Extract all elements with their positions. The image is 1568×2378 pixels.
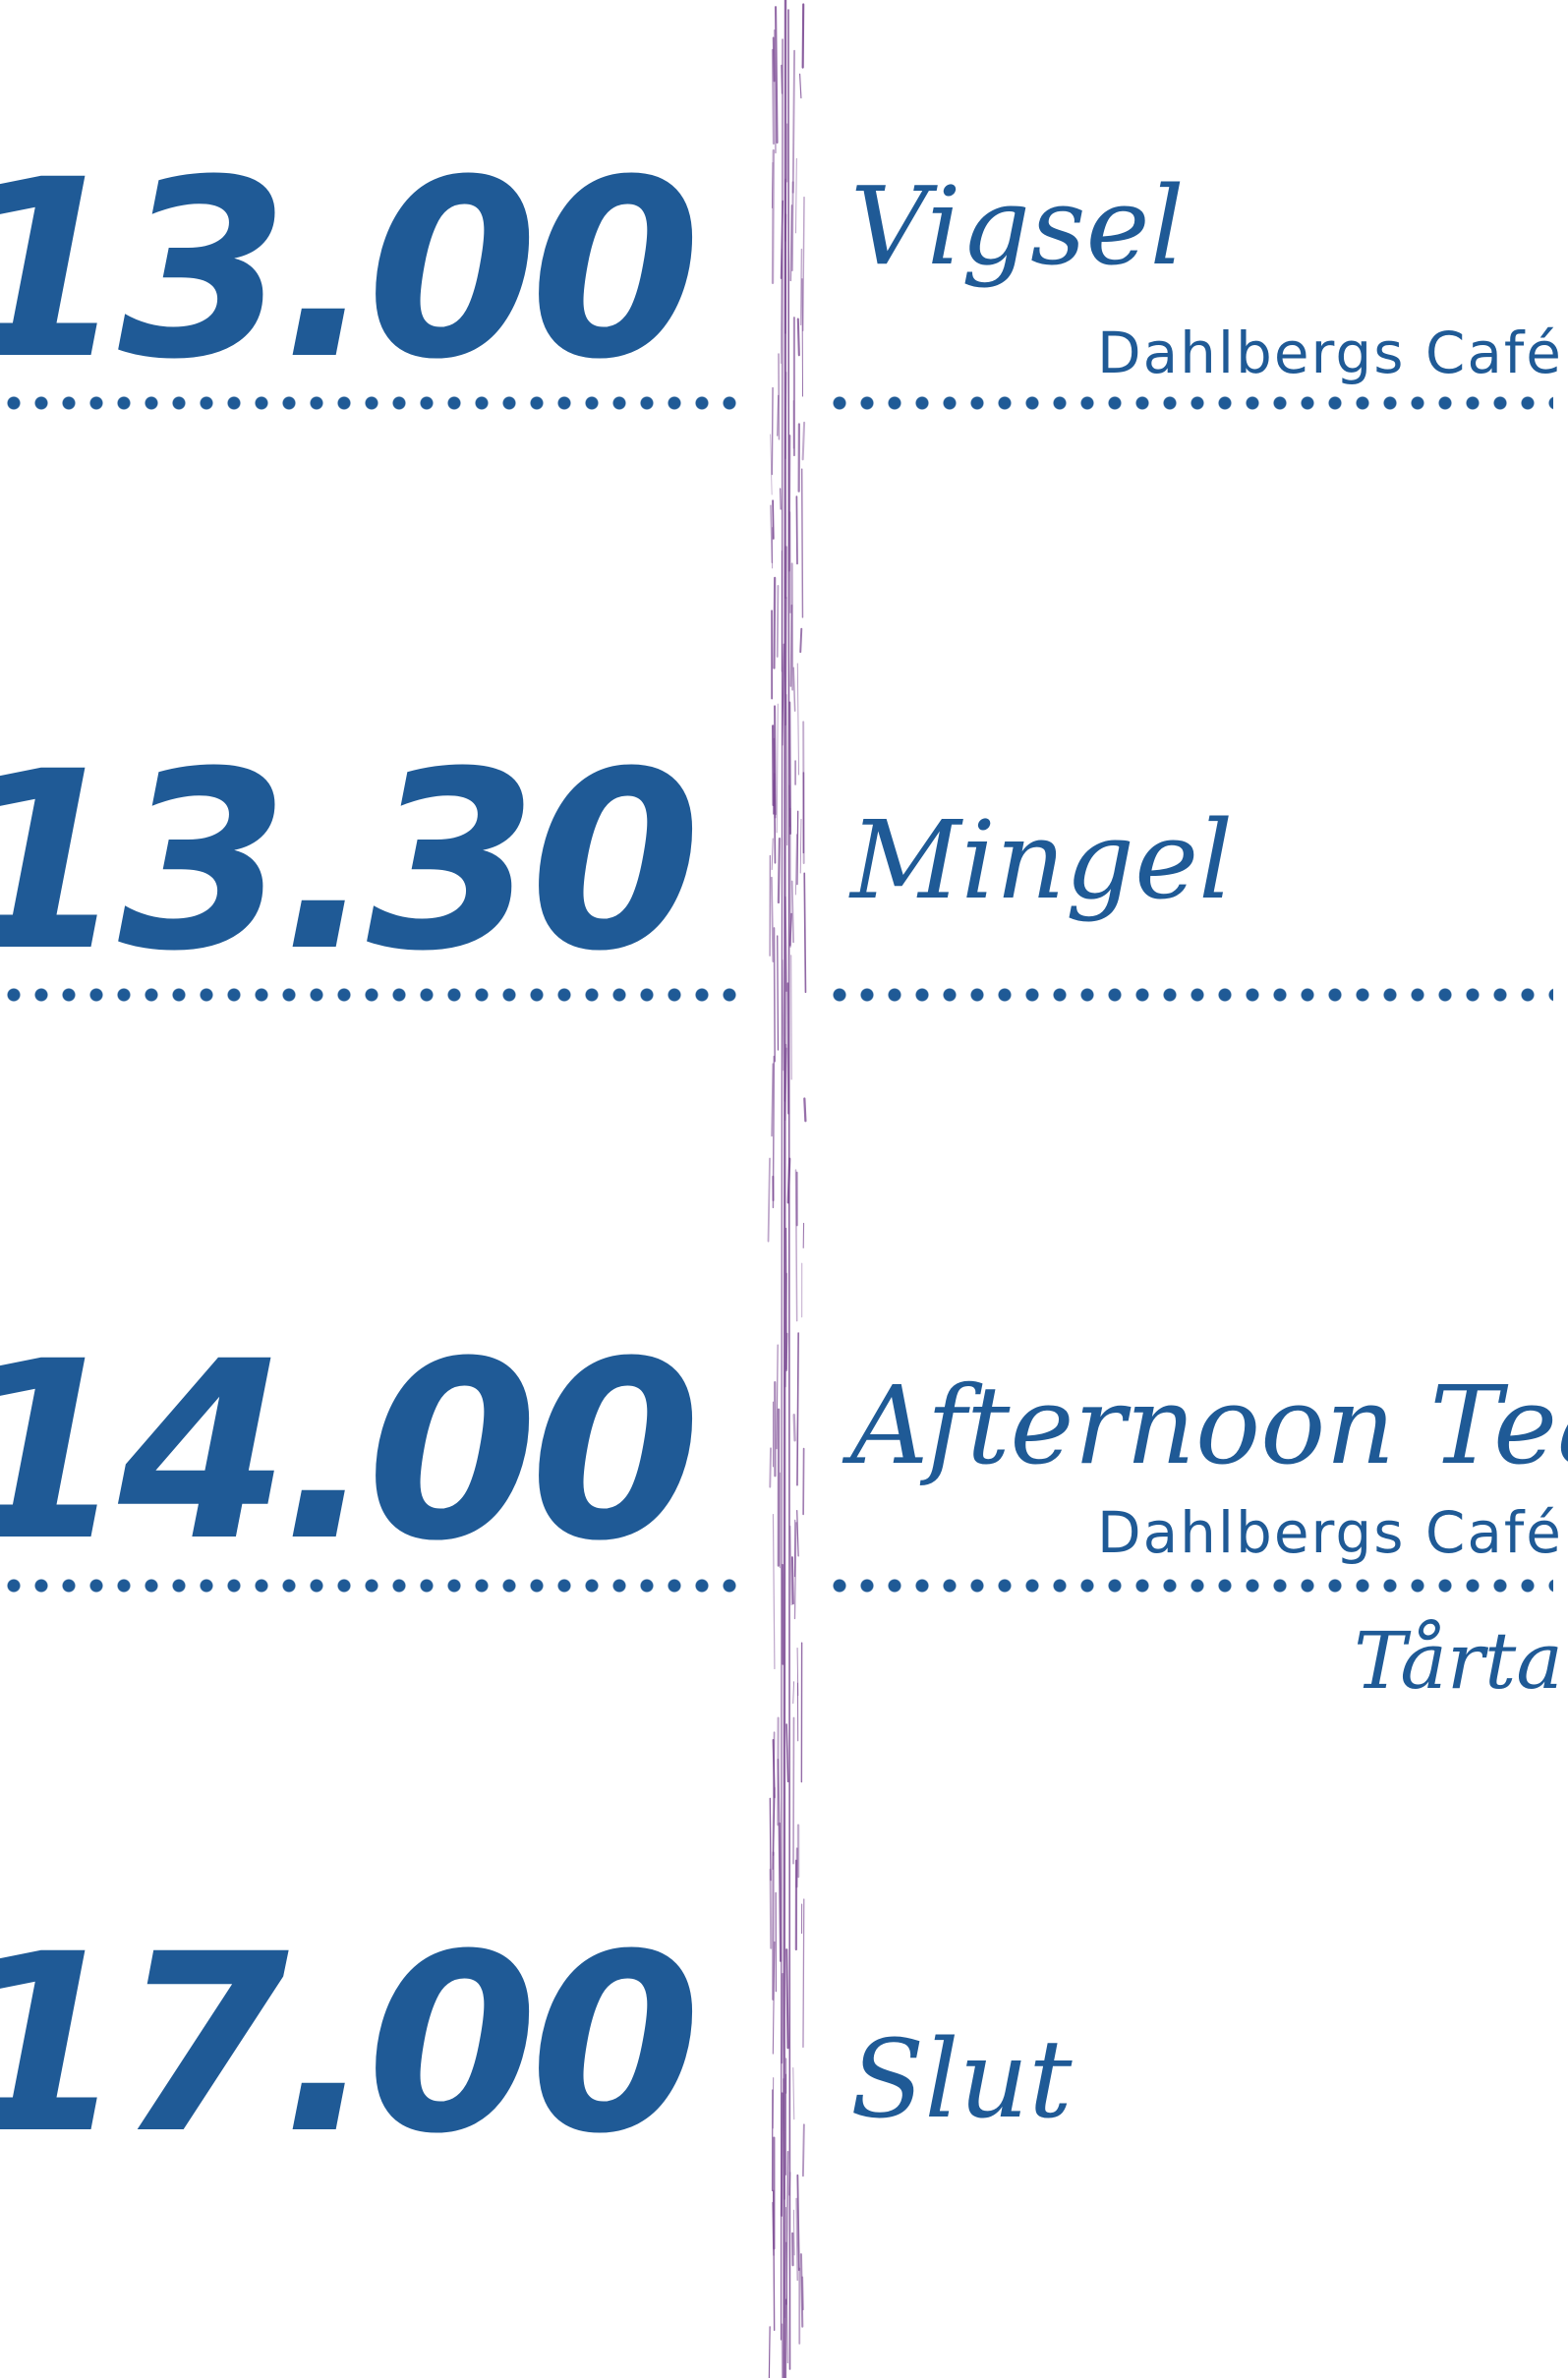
schedule-event-1: Vigsel — [850, 163, 1185, 289]
schedule-event-3: Afternoon Tea — [850, 1363, 1568, 1488]
schedule-time-2: 13.30 — [0, 719, 701, 1005]
schedule-event-2: Mingel — [850, 797, 1234, 923]
schedule-time-4: 17.00 — [0, 1901, 701, 2187]
dotted-separator-3-right — [826, 1576, 1553, 1595]
schedule-time-3: 14.00 — [0, 1308, 701, 1595]
schedule-time-1: 13.00 — [0, 127, 701, 413]
schedule-venue-3: Dahlbergs Café — [1096, 1499, 1563, 1566]
vertical-divider-line — [767, 0, 807, 2378]
dotted-separator-3-left — [0, 1576, 737, 1595]
schedule-event-4: Slut — [850, 2016, 1073, 2142]
dotted-separator-1-left — [0, 393, 737, 413]
dotted-separator-2-right — [826, 985, 1553, 1005]
schedule-extra-3: Tårta — [1354, 1615, 1563, 1707]
dotted-separator-2-left — [0, 985, 737, 1005]
dotted-separator-1-right — [826, 393, 1553, 413]
schedule-venue-1: Dahlbergs Café — [1096, 319, 1563, 386]
